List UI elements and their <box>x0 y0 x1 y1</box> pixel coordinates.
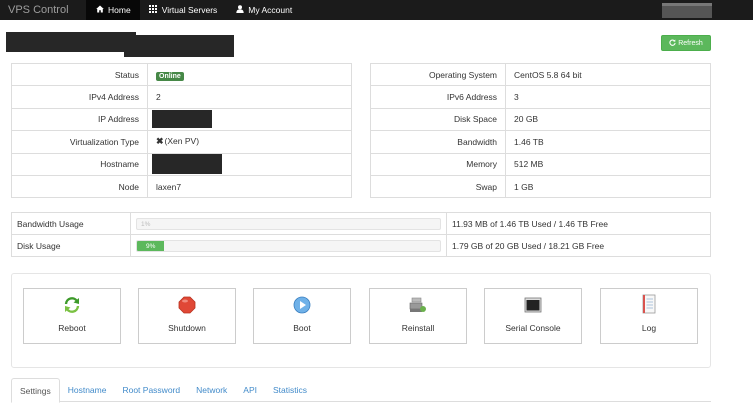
nav-item-my-account[interactable]: My Account <box>226 0 301 20</box>
boot-label: Boot <box>293 323 311 333</box>
top-navbar: VPS Control Home Virtual Servers My Acco… <box>0 0 753 20</box>
os-value: CentOS 5.8 64 bit <box>505 63 711 86</box>
table-row: Bandwidth Usage 1% 11.93 MB of 1.46 TB U… <box>12 212 711 235</box>
ip-label: IP Address <box>11 107 148 131</box>
table-row: Hostname <box>11 152 352 176</box>
ipv4-value: 2 <box>147 85 352 109</box>
system-info-table: Operating System CentOS 5.8 64 bit IPv6 … <box>370 63 711 199</box>
disk-usage-cell: 9% <box>130 234 447 257</box>
ip-redacted <box>152 110 212 129</box>
reinstall-label: Reinstall <box>401 323 435 333</box>
table-row: Node laxen7 <box>11 174 352 198</box>
bandwidth-progress-label: 1% <box>141 220 151 228</box>
swap-value: 1 GB <box>505 174 711 198</box>
table-row: Bandwidth 1.46 TB <box>370 130 711 154</box>
brand-logo[interactable]: VPS Control <box>0 4 86 16</box>
nav-item-label: My Account <box>248 5 293 15</box>
disk-progress-bar: 9% <box>136 239 441 252</box>
ipv6-value: 3 <box>505 85 711 109</box>
refresh-button[interactable]: Refresh <box>661 35 711 51</box>
bandwidth-progress-bar: 1% <box>136 217 441 230</box>
hostname-value-cell <box>147 152 352 176</box>
grid-icon <box>149 5 158 15</box>
tab-settings[interactable]: Settings <box>11 378 60 403</box>
disk-progress-label: 9% <box>146 242 156 250</box>
table-row: Disk Space 20 GB <box>370 107 711 131</box>
settings-tabs: Settings Hostname Root Password Network … <box>11 378 711 403</box>
ip-value-cell <box>147 107 352 131</box>
tab-api[interactable]: API <box>235 378 265 402</box>
hostname-label: Hostname <box>11 152 148 176</box>
node-label: Node <box>11 174 148 198</box>
page-title-redacted <box>124 35 234 57</box>
ipv6-label: IPv6 Address <box>370 85 506 109</box>
table-row: IPv6 Address 3 <box>370 85 711 109</box>
table-row: Virtualization Type ✖(Xen PV) <box>11 130 352 154</box>
nav-item-label: Home <box>108 5 131 15</box>
bandwidth-usage-cell: 1% <box>130 212 447 235</box>
virtualization-value: (Xen PV) <box>164 136 200 147</box>
virtualization-cell: ✖(Xen PV) <box>147 130 352 154</box>
page-title-redacted <box>6 32 136 52</box>
xen-icon: ✖ <box>156 136 164 147</box>
serial-console-icon <box>524 296 542 316</box>
table-row: Swap 1 GB <box>370 174 711 198</box>
tab-network[interactable]: Network <box>188 378 235 402</box>
table-row: Memory 512 MB <box>370 152 711 176</box>
tab-statistics[interactable]: Statistics <box>265 378 315 402</box>
refresh-label: Refresh <box>678 39 703 47</box>
serial-console-button[interactable]: Serial Console <box>484 288 582 344</box>
bandwidth-label: Bandwidth <box>370 130 506 154</box>
reinstall-button[interactable]: Reinstall <box>369 288 467 344</box>
server-info-table: Status Online IPv4 Address 2 IP Address … <box>11 63 352 199</box>
tab-hostname[interactable]: Hostname <box>60 378 115 402</box>
boot-button[interactable]: Boot <box>253 288 351 344</box>
table-row: IPv4 Address 2 <box>11 85 352 109</box>
os-label: Operating System <box>428 69 497 80</box>
disk-space-label: Disk Space <box>370 107 506 131</box>
virtualization-label: Virtualization Type <box>11 130 148 154</box>
ipv4-label: IPv4 Address <box>11 85 148 109</box>
reboot-icon <box>63 296 81 316</box>
shutdown-icon <box>178 296 196 316</box>
bandwidth-usage-label: Bandwidth Usage <box>17 218 84 229</box>
table-row: Disk Usage 9% 1.79 GB of 20 GB Used / 18… <box>11 234 711 257</box>
table-row: Status Online <box>12 63 352 86</box>
disk-space-value: 20 GB <box>505 107 711 131</box>
disk-usage-text: 1.79 GB of 20 GB Used / 18.21 GB Free <box>446 234 711 257</box>
usage-table: Bandwidth Usage 1% 11.93 MB of 1.46 TB U… <box>11 212 711 257</box>
reboot-label: Reboot <box>58 323 86 333</box>
bandwidth-usage-text: 11.93 MB of 1.46 TB Used / 1.46 TB Free <box>452 218 608 229</box>
redacted-account-info <box>662 3 712 18</box>
log-button[interactable]: Log <box>600 288 698 344</box>
memory-label: Memory <box>370 152 506 176</box>
swap-label: Swap <box>370 174 506 198</box>
server-actions-panel: Reboot Shutdown Boot Reinstall Serial Co… <box>11 273 711 368</box>
node-value: laxen7 <box>147 174 352 198</box>
nav-item-virtual-servers[interactable]: Virtual Servers <box>140 0 227 20</box>
nav-item-label: Virtual Servers <box>161 5 218 15</box>
refresh-icon <box>669 38 676 48</box>
boot-icon <box>293 296 311 316</box>
shutdown-label: Shutdown <box>168 323 206 333</box>
hostname-redacted <box>152 154 222 175</box>
status-label: Status <box>114 69 139 80</box>
status-badge: Online <box>156 71 184 81</box>
memory-value: 512 MB <box>505 152 711 176</box>
serial-console-label: Serial Console <box>505 323 561 333</box>
table-row: IP Address <box>11 107 352 131</box>
nav-item-home[interactable]: Home <box>86 0 140 20</box>
tab-root-password[interactable]: Root Password <box>114 378 188 402</box>
log-icon <box>640 294 658 316</box>
table-row: Operating System CentOS 5.8 64 bit <box>371 63 711 86</box>
shutdown-button[interactable]: Shutdown <box>138 288 236 344</box>
log-label: Log <box>641 323 657 333</box>
home-icon <box>95 5 104 15</box>
reinstall-icon <box>408 296 428 316</box>
reboot-button[interactable]: Reboot <box>23 288 121 344</box>
status-cell: Online <box>147 63 352 86</box>
user-icon <box>235 5 244 15</box>
disk-usage-label: Disk Usage <box>11 234 131 257</box>
bandwidth-value: 1.46 TB <box>505 130 711 154</box>
